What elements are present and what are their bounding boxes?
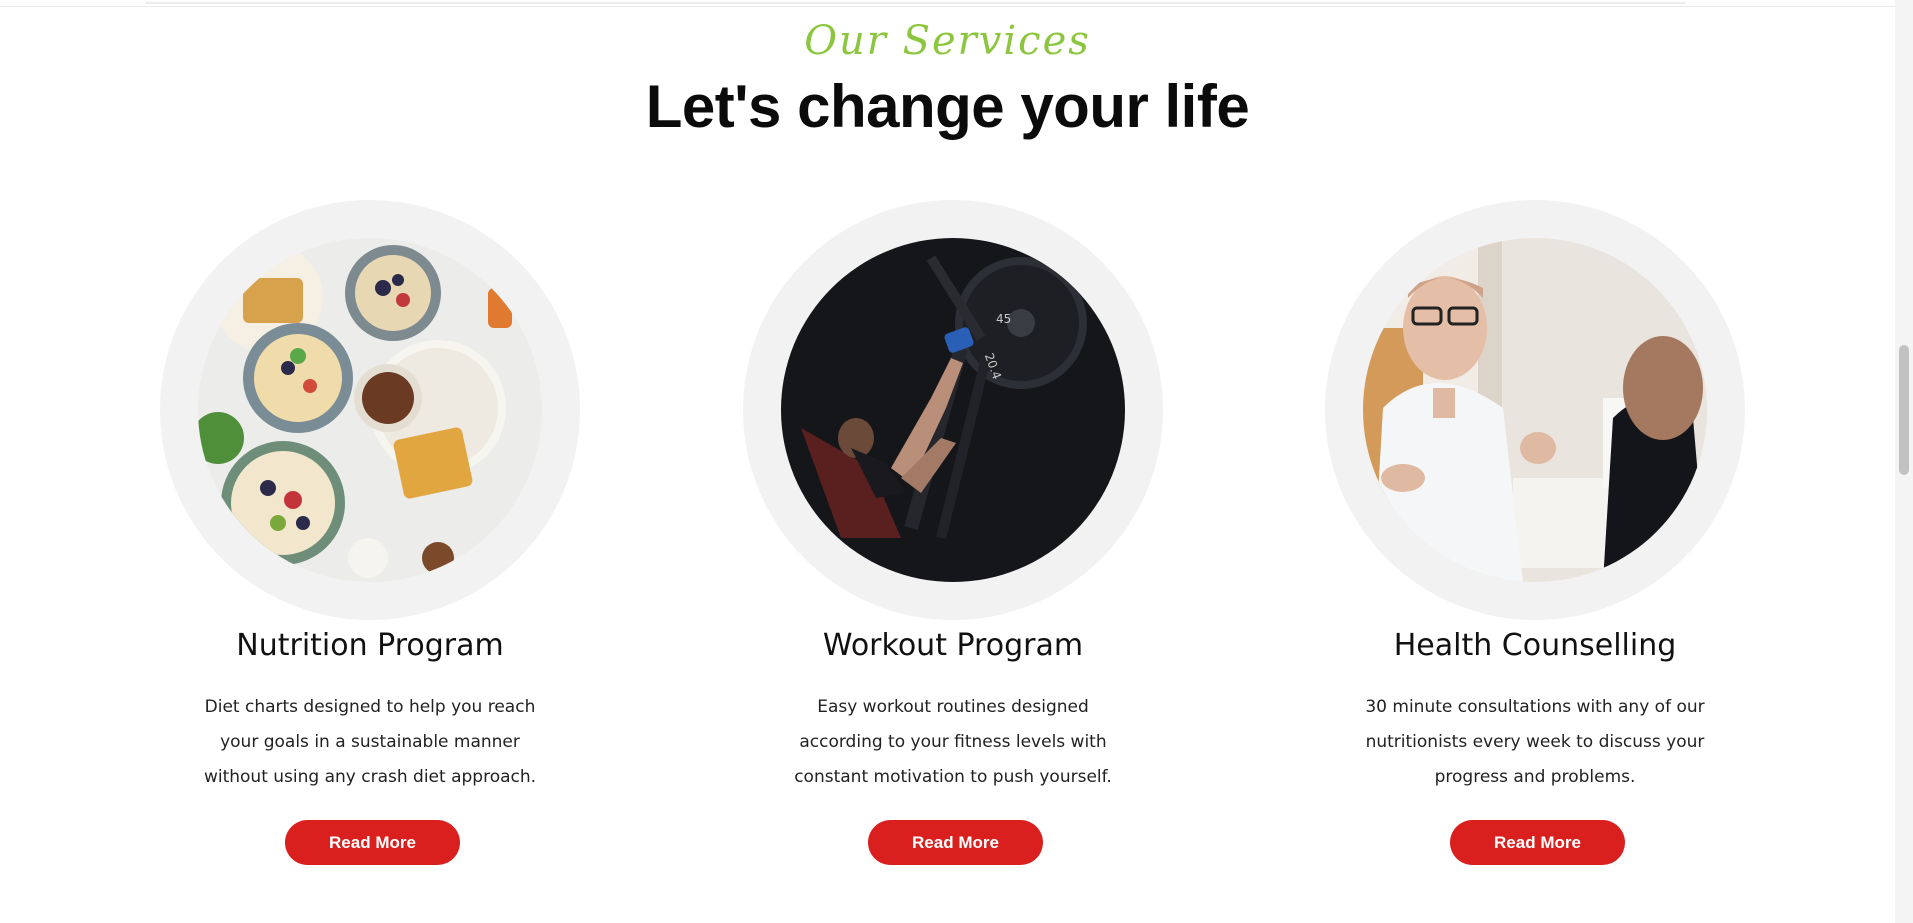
section-headline: Let's change your life: [645, 73, 1250, 140]
service-description: Diet charts designed to help you reach y…: [203, 697, 537, 787]
read-more-button[interactable]: Read More: [285, 820, 460, 865]
service-card-nutrition: Nutrition Program Diet charts designed t…: [160, 200, 580, 880]
service-card-counselling: Health Counselling 30 minute consultatio…: [1325, 200, 1745, 880]
service-description: Easy workout routines designed according…: [794, 697, 1112, 787]
read-more-button[interactable]: Read More: [868, 820, 1043, 865]
service-title: Nutrition Program: [236, 628, 504, 663]
service-title: Workout Program: [822, 628, 1084, 663]
svg-text:45: 45: [996, 312, 1011, 326]
service-card-workout: 45 20.4 Workout Program Easy workout rou…: [743, 200, 1163, 880]
service-title: Health Counselling: [1393, 628, 1677, 663]
read-more-button[interactable]: Read More: [1450, 820, 1625, 865]
vertical-scrollbar[interactable]: [1895, 0, 1913, 923]
header-bottom-border: [0, 6, 1895, 7]
workout-photo: 45 20.4: [781, 238, 1125, 582]
service-description: 30 minute consultations with any of our …: [1365, 697, 1705, 787]
scrollbar-thumb[interactable]: [1899, 345, 1909, 475]
services-page: Our Services Let's change your life Nutr…: [0, 0, 1913, 923]
top-divider: [145, 2, 1685, 4]
section-kicker: Our Services: [804, 18, 1091, 64]
counselling-photo: [1363, 238, 1707, 582]
nutrition-photo: [198, 238, 542, 582]
